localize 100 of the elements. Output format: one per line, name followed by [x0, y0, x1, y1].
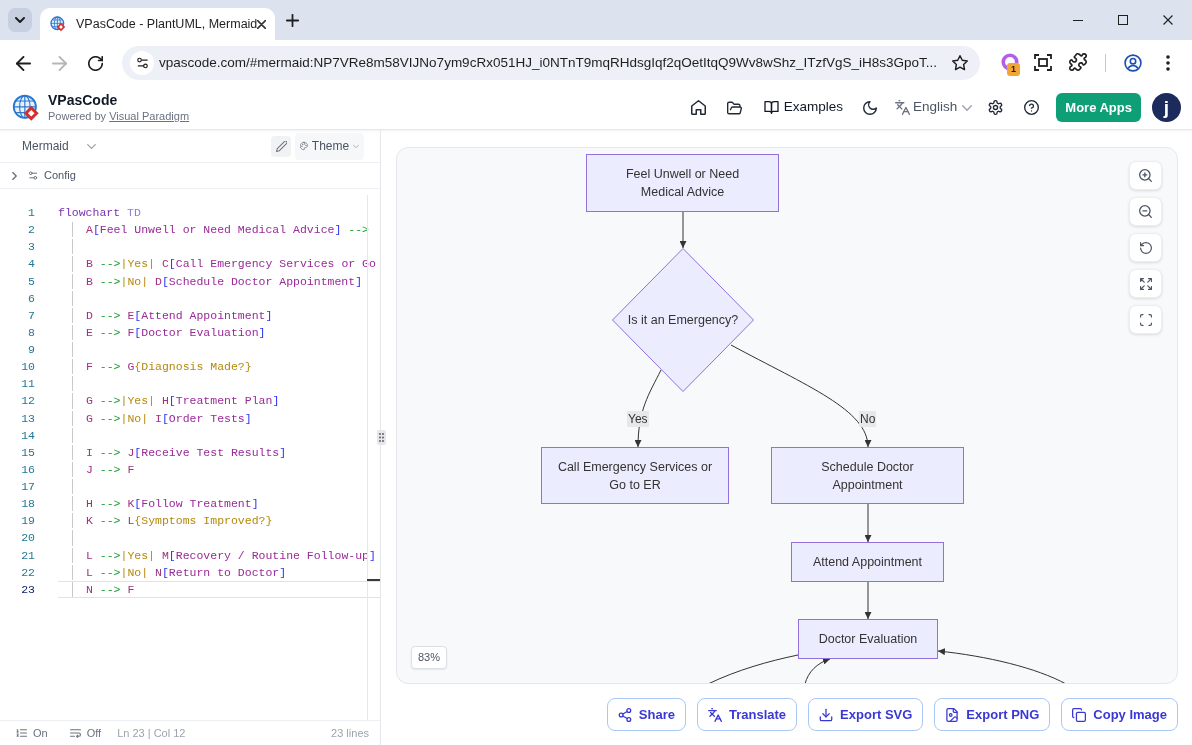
config-toggle[interactable]: Config [12, 167, 76, 184]
connector-arrow [679, 211, 687, 249]
diagram-canvas[interactable]: Feel Unwell or Need Medical Advice Is it an Emergency? Call Emergency Services or Go to ER Schedule Doctor Appointment Attend Appointment Doctor Evaluation Yes No 83% [396, 147, 1178, 684]
share-button[interactable]: Share [606, 698, 686, 731]
decision-node: Is it an Emergency? [612, 248, 754, 392]
process-node: Schedule Doctor Appointment [771, 447, 964, 504]
palette-icon [300, 140, 308, 152]
line-number: 16 [20, 461, 35, 478]
chevron-down-icon [962, 104, 973, 111]
line-number: 6 [27, 290, 35, 307]
examples-button[interactable]: Examples [753, 92, 851, 123]
line-number: 23 [20, 581, 35, 598]
translate-button[interactable]: Translate [697, 698, 798, 731]
chevron-down-icon [353, 143, 359, 149]
line-number: 10 [20, 359, 35, 376]
expand-icon [1139, 277, 1152, 290]
app-name: VPasCode [48, 92, 119, 109]
address-bar[interactable]: vpascode.com/#mermaid:NP7VRe8m58VIJNo7ym9cRx051HJ_i0NTnT9mqRHdsgIqf2qOetItqQ9Wv8wShz_ITzfVgS_iH8s3GpoT... [122, 46, 980, 80]
settings-icon [987, 100, 1003, 115]
image-file-icon [945, 707, 960, 722]
extension-icon[interactable] [1001, 53, 1019, 71]
cursor-marker [367, 579, 380, 581]
code-line: H --> K[Follow Treatment] [86, 496, 259, 512]
screen-capture-icon[interactable] [1034, 54, 1052, 71]
copy-image-button[interactable]: Copy Image [1061, 698, 1178, 731]
reset-zoom-button[interactable] [1129, 233, 1162, 262]
zoom-level: 83% [411, 646, 447, 669]
code-line: flowchart TD [58, 205, 141, 221]
connector-arrow [804, 658, 831, 683]
book-icon [763, 101, 779, 114]
line-number: 7 [27, 307, 35, 324]
profile-icon[interactable] [1124, 54, 1142, 72]
line-number: 18 [20, 496, 35, 513]
word-wrap-toggle[interactable]: Off [69, 724, 102, 742]
code-line: G -->|Yes| H[Treatment Plan] [86, 393, 280, 409]
zoom-in-button[interactable] [1129, 161, 1162, 190]
line-number: 3 [27, 239, 35, 256]
connector-arrow [864, 581, 872, 620]
edge-label: Yes [627, 411, 649, 427]
sliders-icon [28, 171, 38, 180]
site-info-button[interactable] [130, 51, 154, 75]
chevron-down-icon [87, 143, 96, 149]
wrap-text-icon [69, 728, 81, 738]
line-number: 17 [20, 479, 35, 495]
user-avatar-button[interactable]: j [1152, 93, 1181, 122]
rotate-left-icon [1139, 241, 1152, 254]
notification-badge: 1 [1007, 63, 1020, 76]
visual-paradigm-link[interactable]: Visual Paradigm [109, 110, 190, 122]
line-count: 23 lines [331, 725, 369, 741]
edge-label: No [859, 411, 877, 427]
connector-arrow [864, 503, 872, 543]
language-dropdown[interactable]: English [889, 92, 977, 123]
code-line: N --> F [86, 581, 135, 597]
star-icon[interactable] [952, 55, 968, 71]
line-number: 12 [20, 393, 35, 410]
code-line: F --> G{Diagnosis Made?} [86, 359, 252, 375]
code-line: B -->|No| D[Schedule Doctor Appointment] [86, 273, 363, 289]
pencil-icon [275, 140, 287, 152]
moon-icon [863, 100, 877, 115]
plus-icon [285, 13, 299, 27]
maximize-icon [1118, 15, 1128, 25]
reload-icon [87, 55, 103, 71]
theme-dropdown[interactable]: Theme [295, 132, 364, 160]
process-node: Attend Appointment [791, 542, 944, 582]
home-icon [691, 100, 707, 115]
line-number: 8 [27, 324, 35, 341]
line-numbers-toggle[interactable]: On [16, 724, 48, 742]
diagram-type-dropdown[interactable]: Mermaid [14, 133, 100, 159]
export-png-button[interactable]: Export PNG [934, 698, 1051, 731]
process-node: Doctor Evaluation [798, 619, 938, 659]
copy-icon [1072, 707, 1087, 722]
zoom-out-button[interactable] [1129, 197, 1162, 226]
line-number: 2 [27, 222, 35, 239]
chevron-right-icon [12, 171, 17, 180]
puzzle-icon[interactable] [1069, 53, 1087, 71]
browser-tab[interactable]: VPasCode - PlantUML, Mermaid [40, 8, 275, 40]
line-number: 13 [20, 410, 35, 427]
line-number: 15 [20, 444, 35, 461]
edit-button[interactable] [271, 135, 291, 157]
translate-icon [708, 707, 722, 722]
line-number: 5 [27, 273, 35, 290]
fit-to-screen-button[interactable] [1129, 269, 1162, 298]
code-line: K --> L{Symptoms Improved?} [86, 513, 273, 529]
list-numbered-icon [16, 728, 27, 738]
code-line: I --> J[Receive Test Results] [86, 444, 287, 460]
line-number: 21 [20, 547, 35, 564]
resize-handle-icon[interactable] [377, 430, 386, 445]
tab-search-button[interactable] [8, 8, 32, 32]
line-number: 1 [27, 205, 35, 221]
minimize-icon [1073, 19, 1083, 21]
code-line: D --> E[Attend Appointment] [86, 307, 273, 323]
zoom-in-icon [1139, 169, 1152, 182]
fullscreen-icon [1139, 313, 1152, 326]
line-number: 9 [27, 342, 35, 358]
line-number: 11 [20, 376, 35, 393]
line-number: 22 [20, 564, 35, 581]
process-node: Call Emergency Services or Go to ER [541, 447, 729, 504]
export-svg-button[interactable]: Export SVG [808, 698, 924, 731]
menu-icon[interactable] [1166, 55, 1170, 71]
powered-by-text: Powered by Visual Paradigm [48, 109, 190, 123]
